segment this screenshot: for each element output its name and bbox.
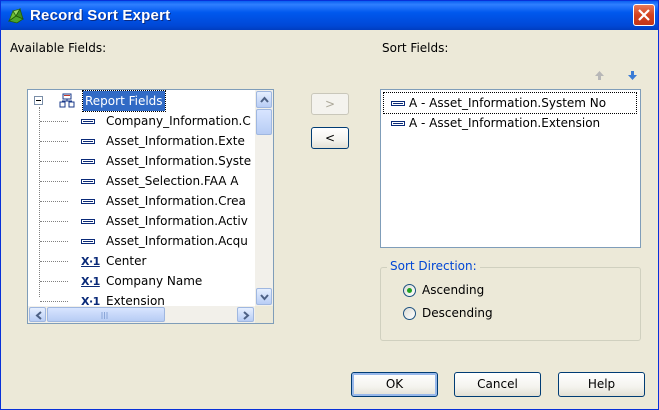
tree-item-field[interactable]: Asset_Information.Acqu	[28, 231, 253, 251]
title-bar[interactable]: Record Sort Expert	[1, 1, 658, 30]
tree-item-field[interactable]: Asset_Information.Exte	[28, 131, 253, 151]
chevron-left-icon	[35, 311, 42, 320]
horizontal-scroll-thumb[interactable]	[47, 307, 165, 322]
field-label: Asset_Information.Exte	[106, 134, 245, 148]
add-field-label: >	[324, 97, 336, 111]
scroll-left-button[interactable]	[29, 307, 46, 322]
field-label: Asset_Information.Acqu	[106, 234, 248, 248]
field-label: Asset_Information.Syste	[106, 154, 252, 168]
database-field-icon	[81, 139, 95, 144]
ok-button[interactable]: OK	[351, 372, 438, 397]
cancel-button[interactable]: Cancel	[454, 372, 541, 397]
descending-radio[interactable]: Descending	[403, 305, 513, 323]
sort-field-label: A - Asset_Information.System No	[409, 96, 607, 110]
formula-field-icon: X·1	[81, 275, 100, 288]
database-field-icon	[391, 121, 405, 126]
tree-item-field[interactable]: Asset_Information.Crea	[28, 191, 253, 211]
cancel-label: Cancel	[477, 377, 518, 391]
collapse-icon[interactable]	[34, 96, 43, 105]
vertical-scrollbar[interactable]	[255, 90, 273, 306]
available-fields-label: Available Fields:	[10, 41, 107, 55]
tree-item-field[interactable]: Asset_Information.Syste	[28, 151, 253, 171]
chevron-down-icon	[260, 294, 269, 301]
scrollbar-corner	[255, 306, 273, 323]
ok-label: OK	[385, 377, 404, 391]
sort-direction-legend: Sort Direction:	[387, 259, 480, 273]
database-field-icon	[81, 119, 95, 124]
horizontal-scrollbar[interactable]	[28, 306, 255, 323]
sort-field-item[interactable]: A - Asset_Information.Extension	[384, 113, 636, 133]
tree-item-report-fields[interactable]: Report Fields	[28, 90, 253, 112]
tree-item-field[interactable]: Asset_Selection.FAA A	[28, 171, 253, 191]
close-icon	[638, 9, 650, 21]
field-label: Center	[106, 254, 147, 268]
chevron-right-icon	[243, 311, 250, 320]
tree-item-field[interactable]: Asset_Information.Activ	[28, 211, 253, 231]
database-field-icon	[81, 219, 95, 224]
field-label: Company Name	[106, 274, 203, 288]
ascending-label: Ascending	[422, 283, 485, 297]
database-field-icon	[81, 159, 95, 164]
grip-icon	[101, 312, 108, 319]
scroll-down-button[interactable]	[256, 288, 272, 305]
descending-label: Descending	[422, 306, 493, 320]
field-label: Asset_Information.Crea	[106, 194, 246, 208]
radio-button-checked[interactable]	[403, 284, 416, 297]
sort-field-item[interactable]: A - Asset_Information.System No	[383, 92, 637, 114]
database-field-icon	[81, 179, 95, 184]
database-field-icon	[81, 239, 95, 244]
remove-field-label: <	[324, 131, 336, 145]
formula-field-icon: X·1	[81, 255, 100, 268]
tree-item-formula[interactable]: X·1 Center	[28, 251, 253, 271]
available-fields-tree[interactable]: Report Fields Company_Information.C Asse…	[27, 89, 274, 324]
scroll-right-button[interactable]	[237, 307, 254, 322]
tree-root-label: Report Fields	[82, 90, 166, 112]
radio-button[interactable]	[403, 307, 416, 320]
scroll-up-button[interactable]	[256, 91, 272, 108]
window-title: Record Sort Expert	[30, 7, 171, 24]
close-button[interactable]	[633, 4, 655, 26]
help-button[interactable]: Help	[558, 372, 645, 397]
database-field-icon	[391, 101, 405, 106]
add-field-button[interactable]: >	[311, 93, 349, 115]
report-fields-icon	[59, 93, 75, 108]
sort-fields-list[interactable]: A - Asset_Information.System No A - Asse…	[380, 89, 641, 248]
sort-fields-label: Sort Fields:	[382, 41, 449, 55]
ascending-radio[interactable]: Ascending	[403, 282, 513, 300]
remove-field-button[interactable]: <	[311, 127, 349, 149]
field-label: Company_Information.C	[106, 114, 251, 128]
crystal-reports-icon	[8, 7, 24, 24]
tree-item-field[interactable]: Company_Information.C	[28, 111, 253, 131]
help-label: Help	[587, 377, 616, 391]
arrow-down-icon[interactable]	[627, 70, 638, 81]
sort-direction-group	[380, 267, 641, 341]
database-field-icon	[81, 199, 95, 204]
field-label: Asset_Information.Activ	[106, 214, 248, 228]
record-sort-expert-dialog: Record Sort Expert Available Fields: Rep…	[0, 0, 659, 410]
arrow-up-icon[interactable]	[594, 70, 605, 81]
sort-field-label: A - Asset_Information.Extension	[409, 116, 601, 130]
vertical-scroll-thumb[interactable]	[256, 109, 272, 135]
tree-item-formula[interactable]: X·1 Company Name	[28, 271, 253, 291]
chevron-up-icon	[260, 96, 269, 103]
field-label: Asset_Selection.FAA A	[106, 174, 239, 188]
